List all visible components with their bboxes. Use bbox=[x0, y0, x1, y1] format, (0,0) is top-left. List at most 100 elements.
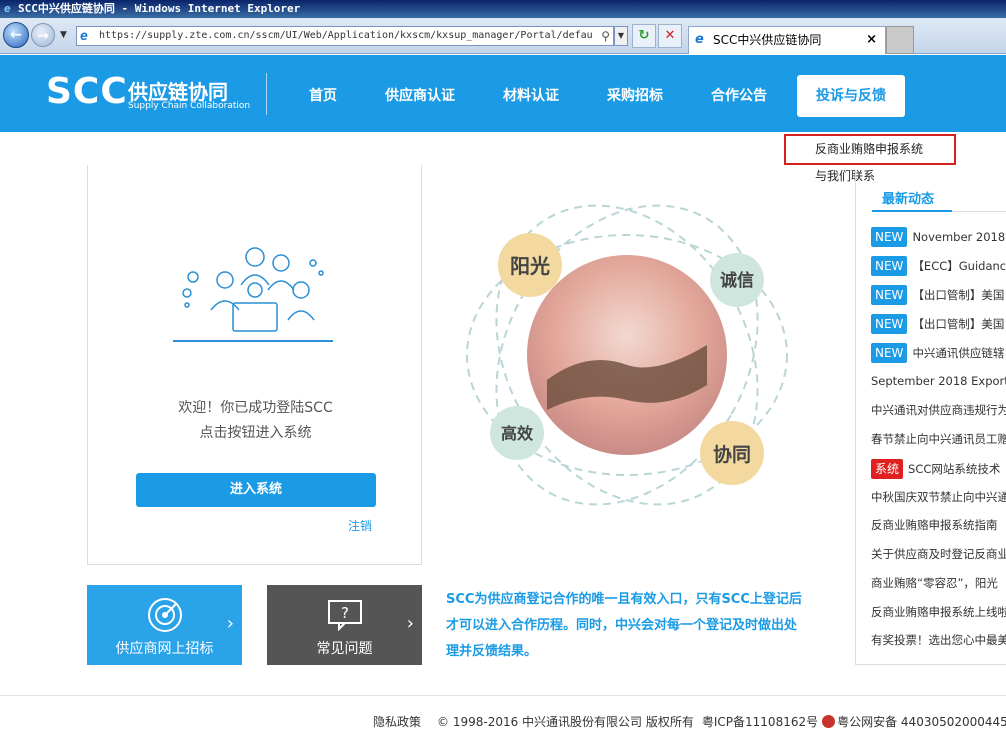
news-item[interactable]: 反商业贿赂申报系统上线啦 bbox=[871, 604, 1006, 620]
refresh-icon[interactable]: ↻ bbox=[632, 24, 656, 48]
forward-arrow-icon[interactable]: → bbox=[31, 23, 55, 47]
nav-supplier-cert[interactable]: 供应商认证 bbox=[385, 85, 455, 105]
svg-text:?: ? bbox=[341, 604, 349, 622]
chevron-right-icon: › bbox=[406, 613, 414, 634]
news-item-text: 反商业贿赂申报系统指南 bbox=[871, 518, 998, 532]
nav-procurement[interactable]: 采购招标 bbox=[607, 85, 663, 105]
label-efficiency: 高效 bbox=[501, 424, 533, 443]
police-badge-icon bbox=[822, 715, 836, 728]
chevron-right-icon: › bbox=[226, 613, 234, 634]
new-badge: NEW bbox=[871, 227, 908, 247]
privacy-link[interactable]: 隐私政策 bbox=[373, 715, 421, 729]
browser-toolbar: ← → ▼ e https://supply.zte.com.cn/sscm/U… bbox=[0, 18, 1006, 54]
search-icon[interactable]: ⚲ bbox=[599, 27, 610, 45]
nav-home[interactable]: 首页 bbox=[309, 85, 337, 105]
new-badge: NEW bbox=[871, 343, 908, 363]
tab-title: SCC中兴供应链协同 bbox=[713, 33, 822, 47]
news-item[interactable]: 有奖投票！选出您心中最美 bbox=[871, 632, 1006, 648]
news-item-text: 反商业贿赂申报系统上线啦 bbox=[871, 605, 1006, 619]
logo-en: Supply Chain Collaboration bbox=[128, 101, 251, 111]
icp-link[interactable]: 粤ICP备11108162号 bbox=[702, 715, 818, 729]
news-item[interactable]: 中兴通讯对供应商违规行为 bbox=[871, 402, 1006, 418]
nav-announcements[interactable]: 合作公告 bbox=[711, 85, 767, 105]
window-titlebar: e SCC中兴供应链协同 - Windows Internet Explorer bbox=[0, 0, 1006, 18]
address-dropdown-icon[interactable]: ▼ bbox=[614, 26, 628, 46]
dropdown-anti-bribery[interactable]: 反商业贿赂申报系统 bbox=[784, 134, 956, 165]
system-badge: 系统 bbox=[871, 459, 904, 479]
values-circle-graphic: 阳光 诚信 高效 协同 bbox=[466, 204, 788, 506]
news-item[interactable]: NEW 【出口管制】美国 bbox=[871, 285, 1004, 305]
history-dropdown-icon[interactable]: ▼ bbox=[60, 30, 67, 40]
new-badge: NEW bbox=[871, 314, 908, 334]
news-item-text: 中兴通讯对供应商违规行为 bbox=[871, 403, 1006, 417]
intro-line-1: SCC为供应商登记合作的唯一且有效入口，只有SCC上登记后 bbox=[446, 592, 802, 607]
address-text: https://supply.zte.com.cn/sscm/UI/Web/Ap… bbox=[99, 30, 593, 41]
nav-material-cert[interactable]: 材料认证 bbox=[503, 85, 559, 105]
news-title[interactable]: 最新动态 bbox=[882, 188, 934, 207]
police-record-link[interactable]: 粤公网安备 44030502000445号 bbox=[837, 715, 1006, 729]
new-badge: NEW bbox=[871, 285, 908, 305]
login-panel: 欢迎！你已成功登陆SCC 点击按钮进入系统 进入系统 注销 bbox=[87, 165, 422, 565]
news-item-text: 有奖投票！选出您心中最美 bbox=[871, 633, 1006, 647]
tab-close-icon[interactable]: × bbox=[866, 27, 877, 53]
news-title-underline bbox=[872, 210, 952, 212]
news-item[interactable]: 春节禁止向中兴通讯员工赠 bbox=[871, 431, 1006, 447]
news-item[interactable]: September 2018 Export bbox=[871, 374, 1006, 388]
news-item[interactable]: 关于供应商及时登记反商业 bbox=[871, 546, 1006, 562]
news-item[interactable]: 商业贿赂“零容忍”，阳光 bbox=[871, 575, 998, 591]
back-arrow-icon[interactable]: ← bbox=[3, 22, 29, 48]
supplier-bidding-tile[interactable]: › 供应商网上招标 bbox=[87, 585, 242, 665]
logout-link[interactable]: 注销 bbox=[348, 517, 372, 534]
site-logo[interactable]: SCC 供应链协同 Supply Chain Collaboration bbox=[46, 72, 250, 112]
news-item-text: SCC网站系统技术 bbox=[908, 462, 1001, 476]
tile-faq-label: 常见问题 bbox=[316, 641, 373, 657]
news-item[interactable]: 系统 SCC网站系统技术 bbox=[871, 459, 1000, 479]
window-title: SCC中兴供应链协同 - Windows Internet Explorer bbox=[18, 2, 301, 15]
news-item-text: 中秋国庆双节禁止向中兴通 bbox=[871, 490, 1006, 504]
browser-tab[interactable]: e SCC中兴供应链协同 × bbox=[688, 26, 886, 54]
news-item-text: 【出口管制】美国 bbox=[912, 288, 1005, 302]
intro-line-2: 才可以进入合作历程。同时，中兴会对每一个登记及时做出处 bbox=[446, 618, 798, 633]
intro-text: SCC为供应商登记合作的唯一且有效入口，只有SCC上登记后 才可以进入合作历程。… bbox=[446, 587, 831, 665]
label-sunshine: 阳光 bbox=[510, 254, 550, 278]
copyright-text: © 1998-2016 中兴通讯股份有限公司 版权所有 bbox=[437, 715, 694, 729]
news-item[interactable]: 中秋国庆双节禁止向中兴通 bbox=[871, 489, 1006, 505]
question-icon: ? bbox=[328, 600, 362, 631]
new-tab-button[interactable] bbox=[886, 26, 914, 54]
label-integrity: 诚信 bbox=[720, 270, 754, 291]
logo-divider bbox=[266, 73, 267, 115]
footer-text: 隐私政策 © 1998-2016 中兴通讯股份有限公司 版权所有 粤ICP备1110… bbox=[373, 713, 1006, 730]
news-item-text: 【出口管制】美国 bbox=[912, 317, 1005, 331]
ie-page-icon: e bbox=[80, 29, 88, 44]
label-collaboration: 协同 bbox=[713, 443, 751, 466]
news-item-text: November 2018 bbox=[912, 230, 1006, 244]
news-item[interactable]: NEW 【出口管制】美国 bbox=[871, 314, 1004, 334]
news-item-text: 中兴通讯供应链辖 bbox=[912, 346, 1005, 360]
site-header: SCC 供应链协同 Supply Chain Collaboration 首页 … bbox=[0, 55, 1006, 132]
faq-tile[interactable]: ? › 常见问题 bbox=[267, 585, 422, 665]
enter-system-button[interactable]: 进入系统 bbox=[136, 473, 376, 507]
tile-bid-label: 供应商网上招标 bbox=[115, 641, 214, 657]
nav-complaints-feedback[interactable]: 投诉与反馈 bbox=[797, 75, 905, 117]
news-item-text: September 2018 Export bbox=[871, 374, 1006, 388]
news-item[interactable]: 反商业贿赂申报系统指南 bbox=[871, 517, 998, 533]
news-item-text: 商业贿赂“零容忍”，阳光 bbox=[871, 576, 998, 590]
news-panel: 最新动态 NEW November 2018 NEW 【ECC】Guidanc NEW 【… bbox=[855, 170, 1006, 665]
news-item[interactable]: NEW November 2018 bbox=[871, 227, 1005, 247]
address-bar[interactable]: e https://supply.zte.com.cn/sscm/UI/Web/… bbox=[76, 26, 614, 46]
ie-logo-icon: e bbox=[4, 2, 11, 15]
intro-line-3: 理并反馈结果。 bbox=[446, 644, 538, 659]
target-icon bbox=[148, 598, 182, 632]
news-divider bbox=[952, 211, 1006, 212]
news-item[interactable]: NEW 【ECC】Guidanc bbox=[871, 256, 1006, 276]
hint-text: 点击按钮进入系统 bbox=[199, 425, 312, 441]
tab-ie-icon: e bbox=[695, 32, 704, 47]
news-item-text: 关于供应商及时登记反商业 bbox=[871, 547, 1006, 561]
new-badge: NEW bbox=[871, 256, 908, 276]
news-item-text: 【ECC】Guidanc bbox=[912, 259, 1006, 273]
news-item[interactable]: NEW 中兴通讯供应链辖 bbox=[871, 343, 1004, 363]
news-item-text: 春节禁止向中兴通讯员工赠 bbox=[871, 432, 1006, 446]
welcome-text: 欢迎！你已成功登陆SCC bbox=[178, 400, 333, 416]
stop-icon[interactable]: ✕ bbox=[658, 24, 682, 48]
team-illustration bbox=[173, 247, 333, 342]
